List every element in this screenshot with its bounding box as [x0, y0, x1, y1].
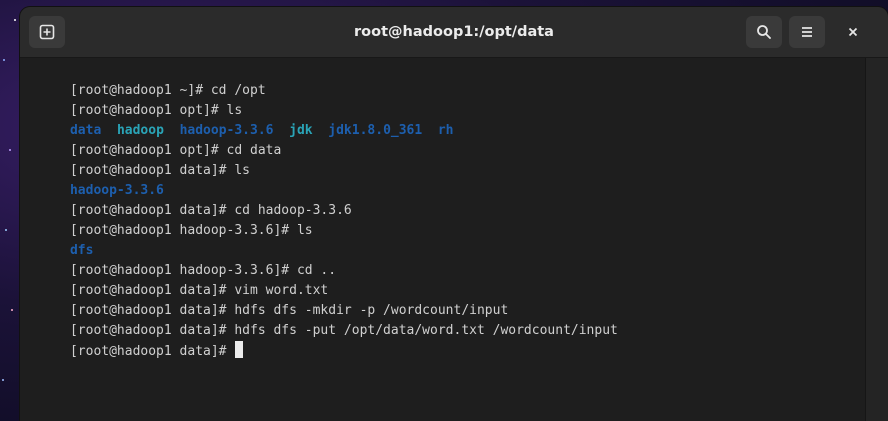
dir-entry: hadoop-3.3.6: [69, 183, 164, 198]
search-icon: [757, 25, 771, 39]
prompt: [root@hadoop1 ~]#: [69, 83, 211, 98]
prompt: [root@hadoop1 data]#: [69, 203, 235, 218]
prompt: [root@hadoop1 opt]#: [69, 143, 227, 158]
new-tab-icon: [39, 24, 55, 40]
close-icon: [848, 27, 858, 37]
prompt: [root@hadoop1 opt]#: [69, 103, 227, 118]
menu-button[interactable]: [789, 16, 825, 48]
search-button[interactable]: [746, 16, 782, 48]
terminal-window: root@hadoop1:/opt/data [root@hadoop1 ~]#…: [20, 7, 888, 421]
text-cursor: [235, 341, 244, 358]
command: hdfs dfs -mkdir -p /wordcount/input: [234, 303, 509, 318]
prompt: [root@hadoop1 data]#: [69, 344, 235, 359]
dir-entry: data: [69, 123, 102, 138]
scrollbar[interactable]: [865, 58, 888, 421]
prompt: [root@hadoop1 hadoop-3.3.6]#: [69, 263, 297, 278]
hamburger-menu-icon: [802, 27, 812, 37]
title-bar: root@hadoop1:/opt/data: [20, 7, 888, 58]
command: cd ..: [296, 263, 337, 278]
command: cd data: [226, 143, 282, 158]
prompt: [root@hadoop1 data]#: [69, 303, 235, 318]
prompt: [root@hadoop1 data]#: [69, 323, 235, 338]
dir-entry: hadoop-3.3.6: [179, 123, 274, 138]
close-button[interactable]: [835, 16, 871, 48]
terminal-line: [root@hadoop1 hadoop-3.3.6]# cd ..: [23, 241, 866, 278]
new-tab-button[interactable]: [29, 16, 65, 48]
command: cd /opt: [210, 83, 266, 98]
dir-entry: rh: [437, 123, 454, 138]
command: ls: [234, 163, 250, 178]
dir-entry: jdk: [289, 123, 313, 138]
prompt: [root@hadoop1 hadoop-3.3.6]#: [69, 223, 297, 238]
command: ls: [296, 223, 313, 238]
command: vim word.txt: [234, 283, 329, 298]
dir-entry: dfs: [69, 243, 94, 258]
prompt: [root@hadoop1 data]#: [69, 163, 235, 178]
command: cd hadoop-3.3.6: [234, 203, 352, 218]
terminal-output[interactable]: [root@hadoop1 ~]# cd /opt [root@hadoop1 …: [20, 58, 866, 421]
terminal-line: [root@hadoop1 ~]# cd /opt: [23, 61, 866, 98]
dir-entry: hadoop: [116, 123, 164, 138]
dir-entry: jdk1.8.0_361: [328, 123, 423, 138]
command: ls: [226, 103, 243, 118]
command: hdfs dfs -put /opt/data/word.txt /wordco…: [234, 323, 618, 338]
prompt: [root@hadoop1 data]#: [69, 283, 235, 298]
